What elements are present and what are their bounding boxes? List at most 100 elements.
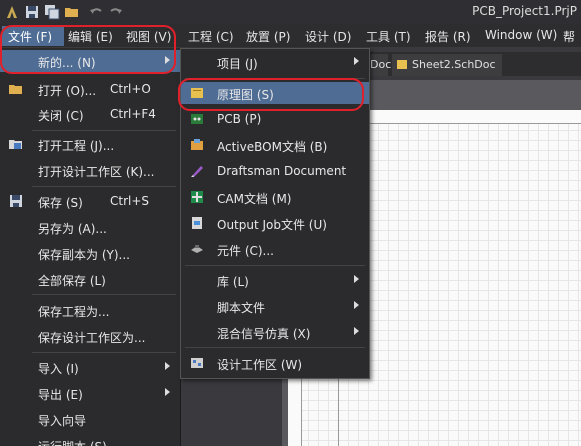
- menu-project[interactable]: 工程 (C): [188, 28, 234, 45]
- submenu-arrow-icon: [165, 388, 170, 396]
- shortcut-open: Ctrl+O: [110, 82, 151, 96]
- submenu-arrow-icon: [354, 275, 359, 283]
- menu-item-open-project[interactable]: 打开工程 (J)...: [0, 133, 180, 155]
- menu-help[interactable]: 帮: [563, 28, 575, 45]
- pcb-doc-icon: [191, 114, 203, 124]
- submenu-item-library-label: 库 (L): [217, 275, 249, 289]
- open-folder-icon: [9, 85, 22, 94]
- menu-separator: [185, 78, 365, 79]
- tab-sheet2[interactable]: Sheet2.SchDoc: [392, 54, 502, 76]
- save-all-icon[interactable]: [44, 4, 60, 20]
- menu-view[interactable]: 视图 (V): [126, 28, 171, 45]
- menu-item-run-script[interactable]: 运行脚本 (S)...: [0, 434, 180, 446]
- submenu-item-library[interactable]: 库 (L): [181, 269, 369, 291]
- menu-item-open[interactable]: 打开 (O)... Ctrl+O: [0, 78, 180, 100]
- app-logo-icon: [7, 6, 17, 18]
- activebom-doc-icon: [191, 139, 203, 150]
- submenu-item-script-label: 脚本文件: [217, 301, 266, 315]
- menu-item-save-workspace-as[interactable]: 保存设计工作区为...: [0, 325, 180, 347]
- menu-separator: [185, 265, 365, 266]
- shortcut-save: Ctrl+S: [110, 194, 150, 208]
- submenu-item-pcb[interactable]: PCB (P): [181, 108, 369, 130]
- title-bar: PCB_Project1.PrjP: [0, 0, 581, 24]
- submenu-item-mixed-sim-label: 混合信号仿真 (X): [217, 327, 311, 341]
- workspace-icon: [191, 358, 203, 368]
- menu-item-close[interactable]: 关闭 (C) Ctrl+F4: [0, 103, 180, 125]
- menu-separator: [32, 294, 176, 295]
- menu-item-save-project-as[interactable]: 保存工程为...: [0, 299, 180, 321]
- menu-item-import[interactable]: 导入 (I): [0, 356, 180, 378]
- project-folder-icon: [9, 140, 22, 149]
- menu-item-export-label: 导出 (E): [38, 388, 83, 402]
- menu-place[interactable]: 放置 (P): [246, 28, 290, 45]
- submenu-item-workspace[interactable]: 设计工作区 (W): [181, 352, 369, 374]
- submenu-item-activebom[interactable]: ActiveBOM文档 (B): [181, 134, 369, 156]
- menu-item-open-project-label: 打开工程 (J)...: [38, 139, 115, 153]
- menu-item-save[interactable]: 保存 (S) Ctrl+S: [0, 190, 180, 212]
- file-menu: 新的... (N) 打开 (O)... Ctrl+O 关闭 (C) Ctrl+F4 …: [0, 48, 181, 446]
- menu-item-run-script-label: 运行脚本 (S)...: [38, 438, 118, 446]
- submenu-arrow-icon: [354, 301, 359, 309]
- menu-separator: [185, 347, 365, 348]
- cam-doc-icon: [191, 191, 203, 203]
- menu-tools[interactable]: 工具 (T): [366, 28, 411, 45]
- menu-item-save-copy-label: 保存副本为 (Y)...: [38, 248, 130, 262]
- submenu-item-cam-label: CAM文档 (M): [217, 192, 292, 206]
- menu-item-new[interactable]: 新的... (N): [0, 50, 180, 72]
- submenu-item-cam[interactable]: CAM文档 (M): [181, 186, 369, 208]
- menu-bar: 文件 (F) 编辑 (E) 视图 (V) 工程 (C) 放置 (P) 设计 (D…: [0, 24, 581, 48]
- schematic-doc-icon: [191, 88, 203, 98]
- component-icon: [191, 245, 203, 253]
- submenu-item-workspace-label: 设计工作区 (W): [217, 358, 303, 372]
- menu-separator: [32, 186, 176, 187]
- menu-window[interactable]: Window (W): [485, 28, 557, 45]
- menu-item-save-copy[interactable]: 保存副本为 (Y)...: [0, 242, 180, 264]
- submenu-item-output-job[interactable]: Output Job文件 (U): [181, 212, 369, 234]
- menu-design[interactable]: 设计 (D): [305, 28, 351, 45]
- submenu-item-draftsman[interactable]: Draftsman Document: [181, 160, 369, 182]
- window-title: PCB_Project1.PrjP: [472, 4, 577, 18]
- menu-separator: [32, 352, 176, 353]
- new-submenu: 项目 (J) 原理图 (S) PCB (P) ActiveBOM文档 (B) D…: [180, 48, 370, 379]
- submenu-arrow-icon: [165, 56, 170, 64]
- submenu-item-activebom-label: ActiveBOM文档 (B): [217, 140, 328, 154]
- menu-item-save-all[interactable]: 全部保存 (L): [0, 268, 180, 290]
- menu-item-export[interactable]: 导出 (E): [0, 382, 180, 404]
- menu-item-save-all-label: 全部保存 (L): [38, 274, 106, 288]
- menu-item-import-label: 导入 (I): [38, 362, 79, 376]
- menu-item-new-label: 新的... (N): [38, 56, 96, 70]
- menu-item-save-label: 保存 (S): [38, 196, 83, 210]
- submenu-item-component-label: 元件 (C)...: [217, 244, 275, 258]
- menu-item-open-workspace[interactable]: 打开设计工作区 (K)...: [0, 159, 180, 181]
- redo-icon[interactable]: [108, 4, 124, 20]
- menu-separator: [32, 130, 176, 131]
- draftsman-doc-icon: [191, 166, 203, 177]
- shortcut-close: Ctrl+F4: [110, 107, 156, 121]
- menu-item-import-wizard[interactable]: 导入向导: [0, 408, 180, 430]
- menu-item-save-as-label: 另存为 (A)...: [38, 222, 107, 236]
- submenu-item-component[interactable]: 元件 (C)...: [181, 238, 369, 260]
- submenu-arrow-icon: [354, 57, 359, 65]
- submenu-item-script[interactable]: 脚本文件: [181, 295, 369, 317]
- open-folder-icon[interactable]: [64, 4, 80, 20]
- submenu-item-project[interactable]: 项目 (J): [181, 51, 369, 73]
- tab-document[interactable]: Doc: [370, 54, 392, 76]
- submenu-item-project-label: 项目 (J): [217, 57, 258, 71]
- submenu-item-output-job-label: Output Job文件 (U): [217, 218, 327, 232]
- submenu-item-schematic-label: 原理图 (S): [217, 88, 274, 102]
- undo-icon[interactable]: [88, 4, 104, 20]
- menu-edit[interactable]: 编辑 (E): [68, 28, 113, 45]
- submenu-item-schematic[interactable]: 原理图 (S): [181, 82, 369, 104]
- menu-item-save-as[interactable]: 另存为 (A)...: [0, 216, 180, 238]
- schematic-doc-icon: [397, 60, 407, 69]
- menu-item-close-label: 关闭 (C): [38, 109, 84, 123]
- save-icon[interactable]: [24, 4, 40, 20]
- menu-item-import-wizard-label: 导入向导: [38, 414, 87, 428]
- menu-item-save-project-as-label: 保存工程为...: [38, 305, 110, 319]
- submenu-item-mixed-sim[interactable]: 混合信号仿真 (X): [181, 321, 369, 343]
- menu-reports[interactable]: 报告 (R): [425, 28, 471, 45]
- menu-item-save-workspace-as-label: 保存设计工作区为...: [38, 331, 146, 345]
- tab-document-label: Doc: [370, 58, 392, 71]
- menu-file[interactable]: 文件 (F): [2, 26, 64, 46]
- submenu-arrow-icon: [165, 362, 170, 370]
